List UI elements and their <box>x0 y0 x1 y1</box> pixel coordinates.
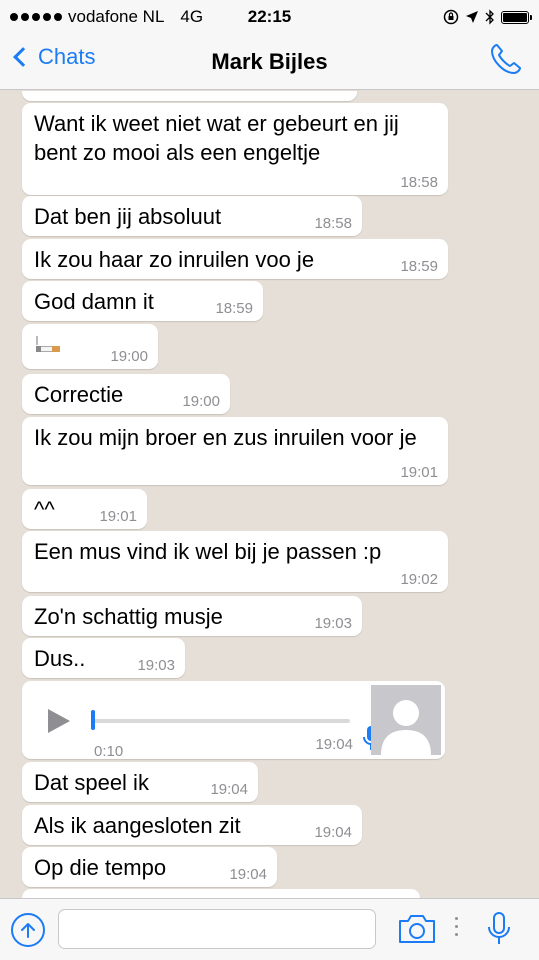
message-time: 18:58 <box>314 215 352 232</box>
message-bubble[interactable]: Ik zou mijn broer en zus inruilen voor j… <box>22 417 448 485</box>
message-time: 19:01 <box>400 464 438 481</box>
separator-dots-icon <box>455 917 458 941</box>
status-bar: vodafone NL 4G 22:15 <box>0 0 539 34</box>
voice-progress-track[interactable] <box>92 719 350 723</box>
message-text: Ik zou haar zo inruilen voo je <box>34 247 315 272</box>
message-bubble[interactable]: 19:00 <box>22 324 158 369</box>
avatar[interactable] <box>371 685 441 755</box>
call-button[interactable] <box>489 42 523 81</box>
message-text: Want ik weet niet wat er gebeurt en jij … <box>34 111 399 165</box>
message-bubble[interactable]: Op die tempo 19:04 <box>22 847 277 887</box>
signal-strength-icon <box>10 13 62 21</box>
message-bubble-partial <box>22 91 357 101</box>
chevron-left-icon <box>13 47 33 67</box>
microphone-icon <box>488 912 510 944</box>
status-time: 22:15 <box>247 7 292 26</box>
arrow-up-icon <box>21 923 35 938</box>
message-time: 19:04 <box>315 736 353 753</box>
message-text: Een mus vind ik wel bij je passen :p <box>34 539 382 564</box>
message-bubble[interactable]: Dus.. 19:03 <box>22 638 185 678</box>
network-type: 4G <box>180 7 204 26</box>
input-bar <box>0 898 539 960</box>
rotation-lock-icon <box>443 9 459 25</box>
message-bubble[interactable]: Correctie 19:00 <box>22 374 230 414</box>
camera-icon <box>399 915 435 943</box>
message-time: 19:04 <box>314 824 352 841</box>
voice-progress-handle[interactable] <box>91 710 95 730</box>
message-time: 19:04 <box>229 866 267 883</box>
nav-bar: Chats Mark Bijles <box>0 34 539 90</box>
bluetooth-icon <box>485 9 494 25</box>
message-bubble[interactable]: Want ik weet niet wat er gebeurt en jij … <box>22 103 448 195</box>
message-bubble[interactable]: God damn it 18:59 <box>22 281 263 321</box>
message-input[interactable] <box>58 909 376 949</box>
message-time: 19:03 <box>314 615 352 632</box>
play-icon[interactable] <box>48 709 70 733</box>
carrier-name: vodafone NL <box>68 7 165 26</box>
message-time: 18:59 <box>400 258 438 275</box>
cigarette-emoji-icon <box>34 336 60 352</box>
share-button[interactable] <box>11 913 45 947</box>
chat-title[interactable]: Mark Bijles <box>211 49 327 75</box>
message-text: Als ik aangesloten zit <box>34 813 241 838</box>
status-left: vodafone NL 4G <box>10 7 203 27</box>
battery-icon <box>501 10 532 24</box>
message-bubble[interactable]: Een mus vind ik wel bij je passen :p 19:… <box>22 531 448 592</box>
message-time: 18:58 <box>400 174 438 191</box>
message-bubble[interactable]: Zo'n schattig musje 19:03 <box>22 596 362 636</box>
message-text: Ik zou mijn broer en zus inruilen voor j… <box>34 425 417 450</box>
chat-area[interactable]: Want ik weet niet wat er gebeurt en jij … <box>0 91 539 898</box>
message-text: Dat ben jij absoluut <box>34 204 222 229</box>
message-bubble[interactable]: Ik zou haar zo inruilen voo je 18:59 <box>22 239 448 279</box>
message-time: 19:02 <box>400 571 438 588</box>
default-avatar-icon <box>371 685 441 755</box>
camera-button[interactable] <box>397 913 437 950</box>
message-time: 19:04 <box>210 781 248 798</box>
message-bubble[interactable]: Dat speel ik 19:04 <box>22 762 258 802</box>
message-bubble[interactable]: ^^ 19:01 <box>22 489 147 529</box>
message-bubble-partial <box>22 889 420 898</box>
status-right <box>443 9 532 25</box>
message-bubble[interactable]: Dat ben jij absoluut 18:58 <box>22 196 362 236</box>
message-time: 19:01 <box>99 508 137 525</box>
message-text: Zo'n schattig musje <box>34 604 223 629</box>
message-time: 19:00 <box>182 393 220 410</box>
location-arrow-icon <box>466 11 478 23</box>
phone-icon <box>491 44 521 74</box>
voice-message-bubble[interactable]: 0:10 19:04 <box>22 681 445 760</box>
microphone-button[interactable] <box>487 911 511 952</box>
back-label: Chats <box>38 44 96 69</box>
back-button[interactable]: Chats <box>10 44 95 70</box>
message-time: 19:03 <box>137 657 175 674</box>
message-time: 18:59 <box>215 300 253 317</box>
message-bubble[interactable]: Als ik aangesloten zit 19:04 <box>22 805 362 845</box>
message-time: 19:00 <box>110 348 148 365</box>
